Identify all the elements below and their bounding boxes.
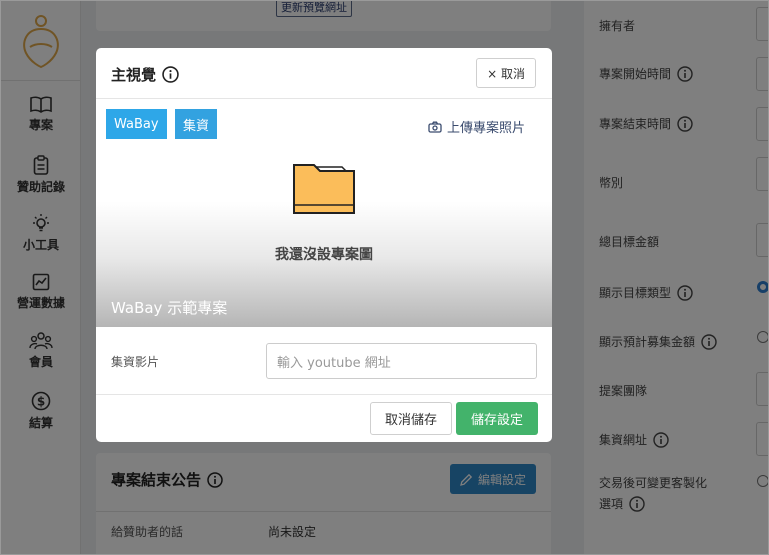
cancel-save-button[interactable]: 取消儲存 [370, 402, 452, 435]
modal-header: 主視覺 × 取消 [96, 48, 552, 99]
upload-project-photo-label: 上傳專案照片 [446, 121, 525, 136]
save-settings-button[interactable]: 儲存設定 [456, 402, 538, 435]
crowdfunding-video-label: 集資影片 [111, 355, 160, 369]
modal-title-text: 主視覺 [111, 66, 157, 84]
modal-close-button[interactable]: × 取消 [476, 58, 536, 88]
main-visual-modal: 主視覺 × 取消 WaBay 集資 上傳專案照片 我還沒設專案圖 WaBay 示… [96, 48, 552, 442]
tag-crowdfunding: 集資 [175, 109, 218, 139]
divider [96, 394, 552, 395]
camera-icon [428, 121, 442, 133]
app-window: 專案 贊助記錄 小工具 營運數據 會員 $ 結算 更新預覽網址 專案 [0, 0, 769, 555]
youtube-url-input[interactable]: 輸入 youtube 網址 [266, 343, 537, 379]
empty-image-text: 我還沒設專案圖 [275, 247, 373, 263]
project-name: WaBay 示範專案 [111, 299, 228, 317]
main-visual-area: WaBay 集資 上傳專案照片 我還沒設專案圖 WaBay 示範專案 [96, 99, 552, 327]
modal-title: 主視覺 [111, 64, 179, 85]
folder-icon [293, 164, 355, 214]
upload-project-photo-button[interactable]: 上傳專案照片 [428, 117, 525, 136]
info-icon[interactable] [162, 66, 179, 83]
tag-wabay: WaBay [106, 109, 167, 139]
